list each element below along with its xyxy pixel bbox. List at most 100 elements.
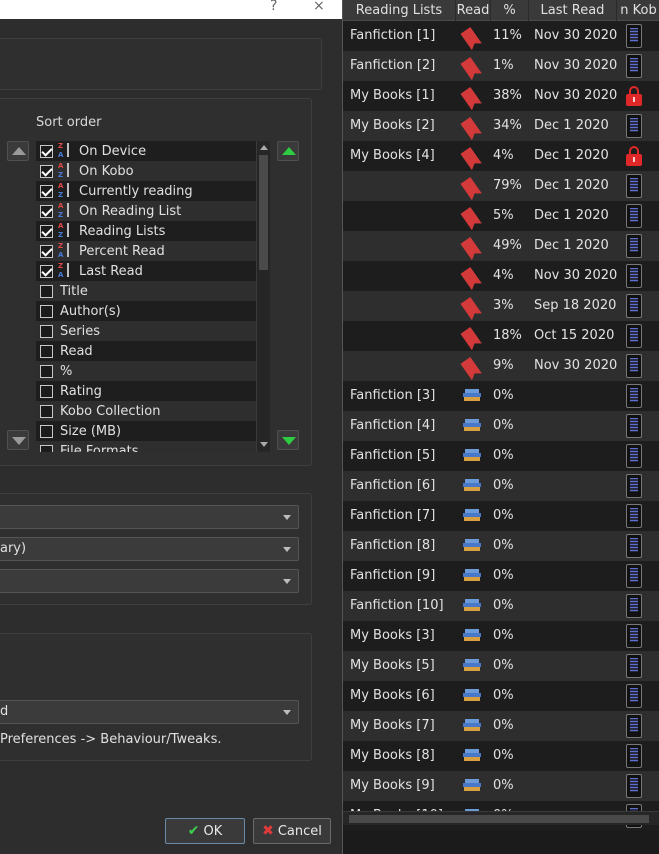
list-item[interactable]: A Z On Kobo xyxy=(36,161,256,181)
table-row[interactable]: My Books [8] 0% xyxy=(343,741,659,771)
column-checkbox[interactable] xyxy=(40,404,53,418)
move-up-button[interactable] xyxy=(277,141,299,161)
list-item[interactable]: Title xyxy=(36,281,256,301)
list-item[interactable]: A Z Reading Lists xyxy=(36,221,256,241)
table-row[interactable]: 18% Oct 15 2020 xyxy=(343,321,659,351)
table-row[interactable]: My Books [6] 0% xyxy=(343,681,659,711)
table-row[interactable]: Fanfiction [7] 0% xyxy=(343,501,659,531)
sort-descending-icon[interactable]: ZA xyxy=(58,242,72,260)
table-row[interactable]: 79% Dec 1 2020 xyxy=(343,171,659,201)
move-down-button[interactable] xyxy=(277,430,299,450)
option-combo-2[interactable]: ary) xyxy=(0,537,299,561)
table-row[interactable]: 4% Nov 30 2020 xyxy=(343,261,659,291)
list-item[interactable]: Rating xyxy=(36,381,256,401)
column-checkbox[interactable] xyxy=(40,344,53,358)
table-row[interactable]: 5% Dec 1 2020 xyxy=(343,201,659,231)
table-row[interactable]: My Books [7] 0% xyxy=(343,711,659,741)
header-reading-lists[interactable]: Reading Lists xyxy=(343,0,456,21)
header-on-kobo[interactable]: n Kob xyxy=(617,0,659,21)
column-checkbox[interactable] xyxy=(40,184,53,198)
list-item[interactable]: Z A Percent Read xyxy=(36,241,256,261)
table-row[interactable]: Fanfiction [10] 0% xyxy=(343,591,659,621)
list-item[interactable]: A Z On Reading List xyxy=(36,201,256,221)
cancel-button[interactable]: ✖ Cancel xyxy=(253,818,331,844)
table-row[interactable]: Fanfiction [6] 0% xyxy=(343,471,659,501)
column-checkbox[interactable] xyxy=(40,284,53,298)
scrollbar-thumb[interactable] xyxy=(259,155,268,270)
sort-ascending-icon[interactable]: AZ xyxy=(58,222,72,240)
list-item[interactable]: Kobo Collection xyxy=(36,401,256,421)
column-checkbox[interactable] xyxy=(40,164,53,178)
sort-ascending-icon[interactable]: AZ xyxy=(58,182,72,200)
lock-icon xyxy=(625,146,643,166)
percent-read-cell: 18% xyxy=(493,328,522,343)
header-read[interactable]: Read xyxy=(456,0,491,21)
table-row[interactable]: My Books [1] 38% Nov 30 2020 xyxy=(343,81,659,111)
table-row[interactable]: Fanfiction [1] 11% Nov 30 2020 xyxy=(343,21,659,51)
column-checkbox[interactable] xyxy=(40,224,53,238)
table-row[interactable]: Fanfiction [2] 1% Nov 30 2020 xyxy=(343,51,659,81)
header-percent[interactable]: % xyxy=(491,0,529,21)
ok-button[interactable]: ✔ OK xyxy=(165,818,245,844)
move-bottom-button[interactable] xyxy=(7,430,29,450)
table-row[interactable]: My Books [4] 4% Dec 1 2020 xyxy=(343,141,659,171)
help-button[interactable]: ? xyxy=(270,0,277,14)
column-checkbox[interactable] xyxy=(40,244,53,258)
read-status-cell xyxy=(461,626,485,646)
list-item[interactable]: File Formats xyxy=(36,441,256,452)
scroll-up-icon[interactable] xyxy=(260,145,268,150)
reading-list-cell: Fanfiction [3] xyxy=(350,388,436,403)
combo-value: ary) xyxy=(0,541,27,556)
table-horizontal-scrollbar[interactable] xyxy=(343,811,659,825)
sort-list-scrollbar[interactable] xyxy=(256,141,270,452)
list-item[interactable]: Read xyxy=(36,341,256,361)
table-row[interactable]: Fanfiction [5] 0% xyxy=(343,441,659,471)
column-checkbox[interactable] xyxy=(40,444,53,452)
column-checkbox[interactable] xyxy=(40,144,53,158)
table-row[interactable]: My Books [5] 0% xyxy=(343,651,659,681)
table-row[interactable]: Fanfiction [3] 0% xyxy=(343,381,659,411)
close-button[interactable]: × xyxy=(313,0,325,14)
table-row[interactable]: Fanfiction [4] 0% xyxy=(343,411,659,441)
list-item[interactable]: Series xyxy=(36,321,256,341)
header-last-read[interactable]: Last Read xyxy=(529,0,617,21)
scrollbar-thumb[interactable] xyxy=(349,815,649,823)
list-item[interactable]: Z A On Device xyxy=(36,141,256,161)
table-row[interactable]: Fanfiction [9] 0% xyxy=(343,561,659,591)
scroll-down-icon[interactable] xyxy=(260,442,268,447)
table-row[interactable]: 9% Nov 30 2020 xyxy=(343,351,659,381)
ereader-device-icon xyxy=(626,624,642,648)
table-row[interactable]: My Books [9] 0% xyxy=(343,771,659,801)
column-checkbox[interactable] xyxy=(40,384,53,398)
list-item[interactable]: Author(s) xyxy=(36,301,256,321)
list-item[interactable]: Z A Last Read xyxy=(36,261,256,281)
column-checkbox[interactable] xyxy=(40,264,53,278)
sort-column-list[interactable]: Z A On Device A Z On Kobo A Z Currently reading A… xyxy=(36,141,256,452)
column-checkbox[interactable] xyxy=(40,324,53,338)
list-item[interactable]: % xyxy=(36,361,256,381)
column-checkbox[interactable] xyxy=(40,204,53,218)
column-checkbox[interactable] xyxy=(40,304,53,318)
table-row[interactable]: My Books [2] 34% Dec 1 2020 xyxy=(343,111,659,141)
column-checkbox[interactable] xyxy=(40,424,53,438)
list-item[interactable]: Size (MB) xyxy=(36,421,256,441)
books-icon xyxy=(463,539,481,553)
read-status-cell xyxy=(461,716,485,736)
table-row[interactable]: Fanfiction [8] 0% xyxy=(343,531,659,561)
ereader-device-icon xyxy=(626,414,642,438)
sort-ascending-icon[interactable]: AZ xyxy=(58,202,72,220)
sort-ascending-icon[interactable]: AZ xyxy=(58,162,72,180)
last-read-cell: Nov 30 2020 xyxy=(534,268,618,283)
option-combo-4[interactable]: d xyxy=(0,700,299,724)
ok-label: OK xyxy=(203,823,223,839)
table-row[interactable]: 3% Sep 18 2020 xyxy=(343,291,659,321)
move-top-button[interactable] xyxy=(7,141,29,161)
option-combo-3[interactable] xyxy=(0,569,299,593)
option-combo-1[interactable] xyxy=(0,505,299,529)
sort-descending-icon[interactable]: ZA xyxy=(58,262,72,280)
list-item[interactable]: A Z Currently reading xyxy=(36,181,256,201)
sort-descending-icon[interactable]: ZA xyxy=(58,142,72,160)
table-row[interactable]: 49% Dec 1 2020 xyxy=(343,231,659,261)
column-checkbox[interactable] xyxy=(40,364,53,378)
table-row[interactable]: My Books [3] 0% xyxy=(343,621,659,651)
